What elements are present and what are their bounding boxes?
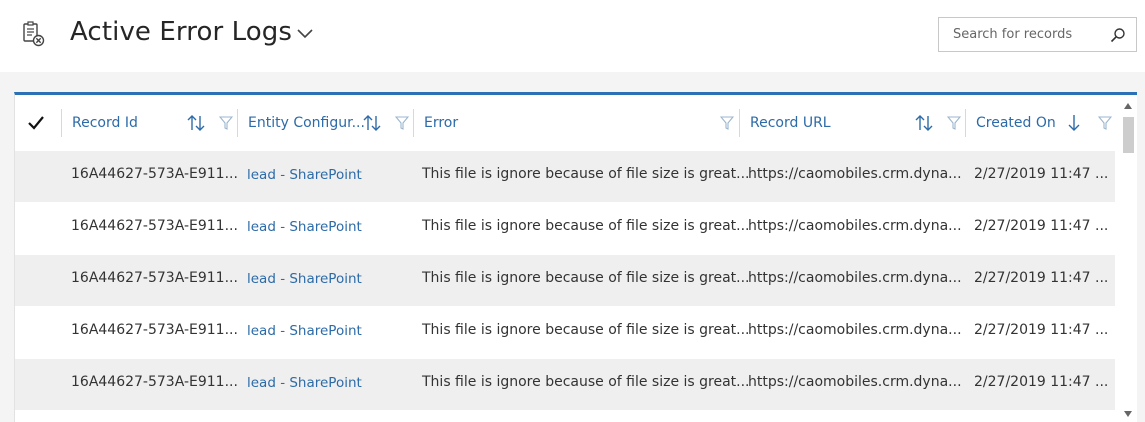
search-input[interactable]: Search for records	[938, 17, 1137, 52]
filter-icon[interactable]	[947, 116, 961, 130]
error-log-icon	[23, 21, 45, 47]
error-cell: This file is ignore because of file size…	[422, 270, 750, 286]
column-header-error[interactable]: Error	[413, 109, 740, 137]
sort-icon[interactable]	[362, 113, 382, 133]
column-separator	[413, 109, 414, 137]
column-label: Error	[424, 115, 459, 131]
grid-rows: 16A44627-573A-E911... lead - SharePoint …	[15, 151, 1115, 411]
error-cell: This file is ignore because of file size…	[422, 322, 750, 338]
scroll-down-arrow-icon[interactable]	[1124, 411, 1132, 417]
scroll-up-arrow-icon[interactable]	[1124, 103, 1132, 109]
column-separator	[237, 109, 238, 137]
entity-configuration-link[interactable]: lead - SharePoint	[247, 167, 362, 183]
column-header-entity-configuration[interactable]: Entity Configur...	[237, 109, 414, 137]
created-on-cell: 2/27/2019 11:47 ...	[974, 166, 1109, 182]
table-row[interactable]: 16A44627-573A-E911... lead - SharePoint …	[15, 359, 1115, 411]
column-label: Record URL	[750, 115, 831, 131]
entity-configuration-link[interactable]: lead - SharePoint	[247, 323, 362, 339]
column-separator	[61, 109, 62, 137]
view-selector-chevron-down-icon[interactable]	[296, 26, 314, 40]
table-row[interactable]: 16A44627-573A-E911... lead - SharePoint …	[15, 307, 1115, 359]
filter-icon[interactable]	[395, 116, 409, 130]
record-url-cell: https://caomobiles.crm.dyna...	[748, 270, 962, 286]
filter-icon[interactable]	[720, 116, 734, 130]
error-cell: This file is ignore because of file size…	[422, 218, 750, 234]
table-row[interactable]: 16A44627-573A-E911... lead - SharePoint …	[15, 203, 1115, 255]
record-url-cell: https://caomobiles.crm.dyna...	[748, 374, 962, 390]
record-id-cell: 16A44627-573A-E911...	[71, 322, 238, 338]
vertical-scrollbar[interactable]	[1120, 95, 1137, 422]
entity-configuration-link[interactable]: lead - SharePoint	[247, 219, 362, 235]
scrollbar-thumb[interactable]	[1123, 117, 1134, 153]
page-title: Active Error Logs	[70, 17, 293, 47]
search-placeholder: Search for records	[953, 27, 1073, 42]
table-row[interactable]: 16A44627-573A-E911... lead - SharePoint …	[15, 255, 1115, 307]
sort-icon[interactable]	[186, 113, 206, 133]
error-cell: This file is ignore because of file size…	[422, 374, 750, 390]
record-url-cell: https://caomobiles.crm.dyna...	[748, 322, 962, 338]
record-id-cell: 16A44627-573A-E911...	[71, 374, 238, 390]
column-label: Entity Configur...	[248, 115, 365, 131]
column-label: Record Id	[72, 115, 138, 131]
column-separator	[739, 109, 740, 137]
filter-icon[interactable]	[1098, 116, 1112, 130]
sort-descending-arrow-icon[interactable]	[1064, 113, 1084, 133]
entity-configuration-link[interactable]: lead - SharePoint	[247, 271, 362, 287]
created-on-cell: 2/27/2019 11:47 ...	[974, 322, 1109, 338]
select-all-checkmark-icon[interactable]	[27, 115, 45, 131]
search-icon[interactable]	[1110, 27, 1126, 43]
sort-icon[interactable]	[914, 113, 934, 133]
column-separator	[965, 109, 966, 137]
created-on-cell: 2/27/2019 11:47 ...	[974, 218, 1109, 234]
record-id-cell: 16A44627-573A-E911...	[71, 166, 238, 182]
column-label: Created On	[976, 115, 1056, 131]
grid-header: Record Id Entity Configur... Error Recor…	[15, 95, 1121, 151]
filter-icon[interactable]	[219, 116, 233, 130]
column-header-record-id[interactable]: Record Id	[61, 109, 238, 137]
created-on-cell: 2/27/2019 11:47 ...	[974, 374, 1109, 390]
record-url-cell: https://caomobiles.crm.dyna...	[748, 218, 962, 234]
entity-configuration-link[interactable]: lead - SharePoint	[247, 375, 362, 391]
table-row[interactable]: 16A44627-573A-E911... lead - SharePoint …	[15, 151, 1115, 203]
column-header-created-on[interactable]: Created On	[965, 109, 1121, 137]
created-on-cell: 2/27/2019 11:47 ...	[974, 270, 1109, 286]
record-url-cell: https://caomobiles.crm.dyna...	[748, 166, 962, 182]
record-id-cell: 16A44627-573A-E911...	[71, 218, 238, 234]
records-grid: Record Id Entity Configur... Error Recor…	[14, 92, 1137, 422]
view-header: Active Error Logs Search for records	[0, 0, 1145, 72]
record-id-cell: 16A44627-573A-E911...	[71, 270, 238, 286]
error-cell: This file is ignore because of file size…	[422, 166, 750, 182]
column-header-record-url[interactable]: Record URL	[739, 109, 966, 137]
